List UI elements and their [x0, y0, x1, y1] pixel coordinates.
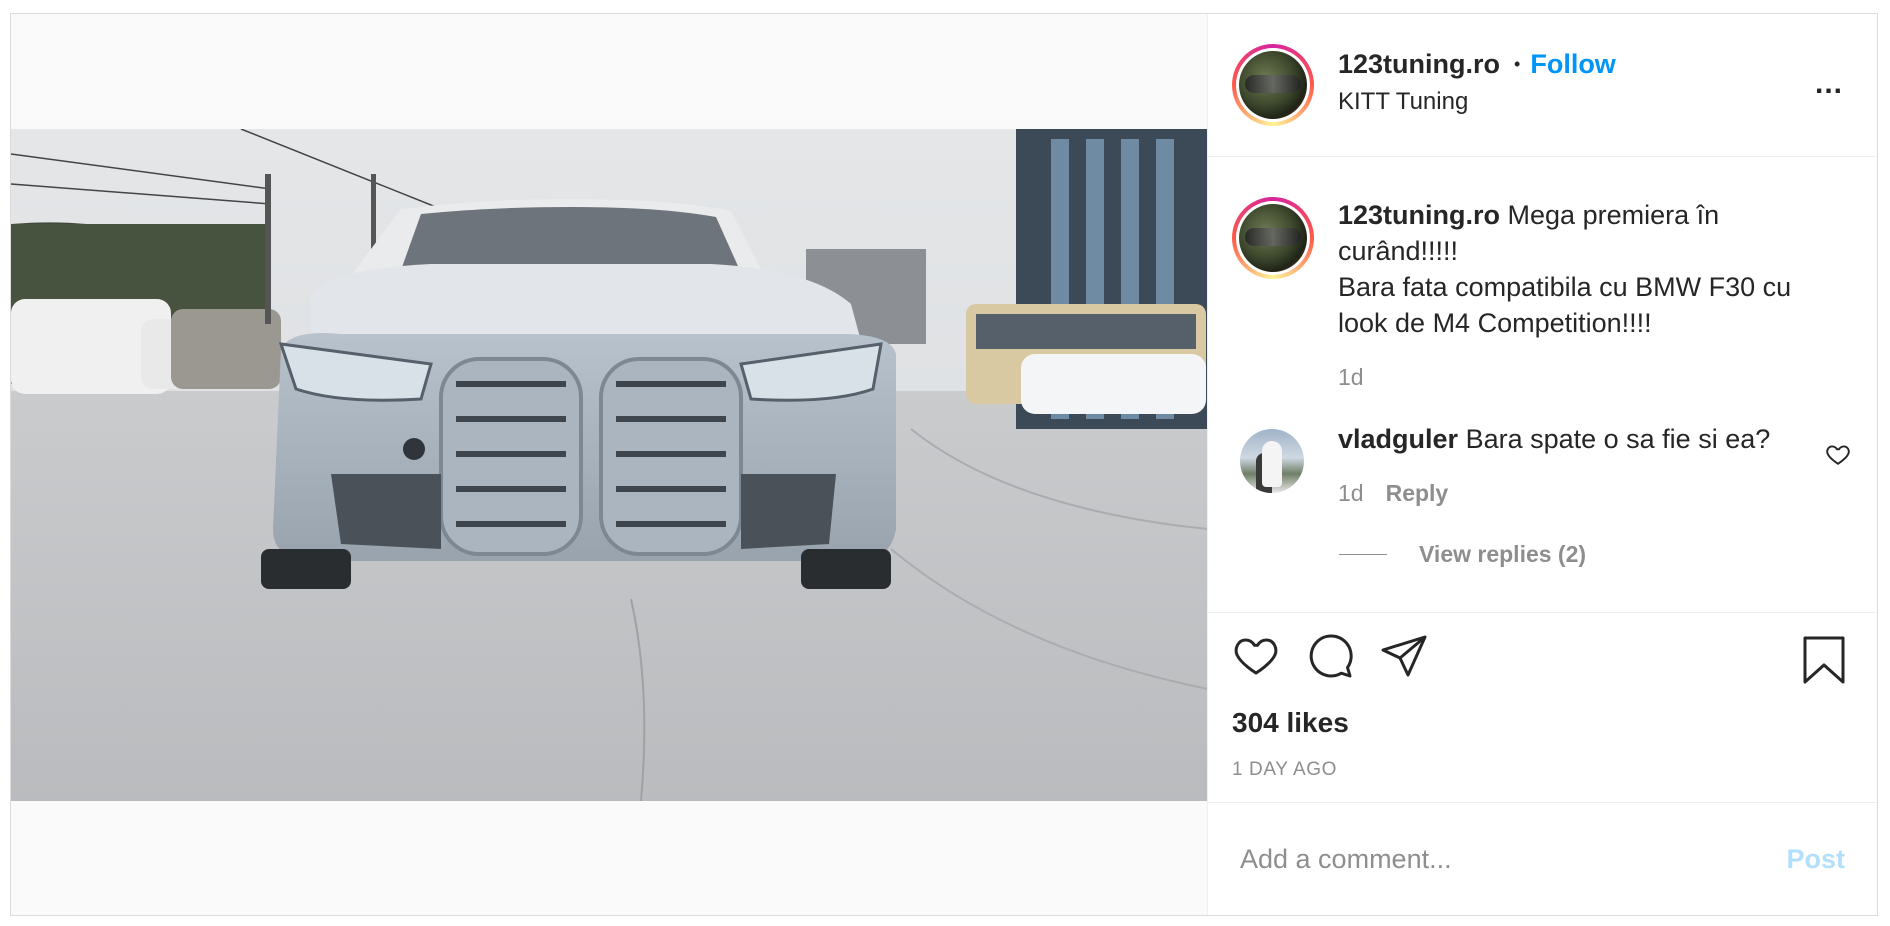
comment-input[interactable] — [1240, 843, 1787, 875]
comment-composer: Post — [1208, 802, 1877, 915]
view-replies-link[interactable]: View replies (2) — [1339, 541, 1853, 568]
car-photo-illustration — [11, 129, 1207, 801]
author-username[interactable]: 123tuning.ro — [1338, 49, 1500, 80]
post-timestamp[interactable]: 1 DAY AGO — [1232, 759, 1853, 781]
share-icon[interactable] — [1380, 632, 1428, 680]
like-comment-heart-icon[interactable] — [1825, 441, 1851, 467]
view-replies-label: View replies (2) — [1419, 541, 1587, 567]
comment-time[interactable]: 1d — [1338, 475, 1364, 511]
caption-author-avatar[interactable] — [1232, 197, 1314, 279]
post-comment-button[interactable]: Post — [1786, 844, 1845, 875]
avatar-image — [1239, 51, 1307, 119]
more-options-icon[interactable]: ... — [1815, 69, 1843, 99]
separator-dot: • — [1514, 53, 1521, 74]
post-location[interactable]: KITT Tuning — [1338, 88, 1616, 116]
action-bar: 304 likes 1 DAY AGO — [1208, 612, 1877, 802]
media-panel — [11, 14, 1208, 915]
bookmark-icon[interactable] — [1801, 635, 1847, 685]
reply-button[interactable]: Reply — [1386, 475, 1449, 511]
comment-item: vladguler Bara spate o sa fie si ea? 1d … — [1232, 421, 1853, 511]
post-card: 123tuning.ro • Follow KITT Tuning ... 12… — [10, 13, 1878, 916]
commenter-avatar[interactable] — [1232, 421, 1314, 503]
caption-username[interactable]: 123tuning.ro — [1338, 200, 1500, 230]
post-photo[interactable] — [11, 129, 1207, 801]
likes-count[interactable]: 304 likes — [1232, 707, 1853, 739]
post-header: 123tuning.ro • Follow KITT Tuning ... — [1208, 14, 1877, 157]
caption-text-line2: Bara fata compatibila cu BMW F30 cu look… — [1338, 272, 1792, 338]
comment-text: Bara spate o sa fie si ea? — [1465, 424, 1771, 454]
caption: 123tuning.ro Mega premiera în curând!!!!… — [1232, 197, 1853, 395]
avatar-image — [1239, 204, 1307, 272]
follow-button[interactable]: Follow — [1530, 49, 1615, 80]
replies-divider-line — [1339, 554, 1387, 555]
comment-icon[interactable] — [1306, 632, 1354, 680]
author-avatar[interactable] — [1232, 44, 1314, 126]
caption-time[interactable]: 1d — [1338, 359, 1364, 395]
avatar-image — [1240, 429, 1304, 493]
details-panel: 123tuning.ro • Follow KITT Tuning ... 12… — [1208, 14, 1877, 915]
heart-icon[interactable] — [1232, 632, 1280, 680]
comments-list[interactable]: 123tuning.ro Mega premiera în curând!!!!… — [1208, 157, 1877, 612]
commenter-username[interactable]: vladguler — [1338, 424, 1458, 454]
